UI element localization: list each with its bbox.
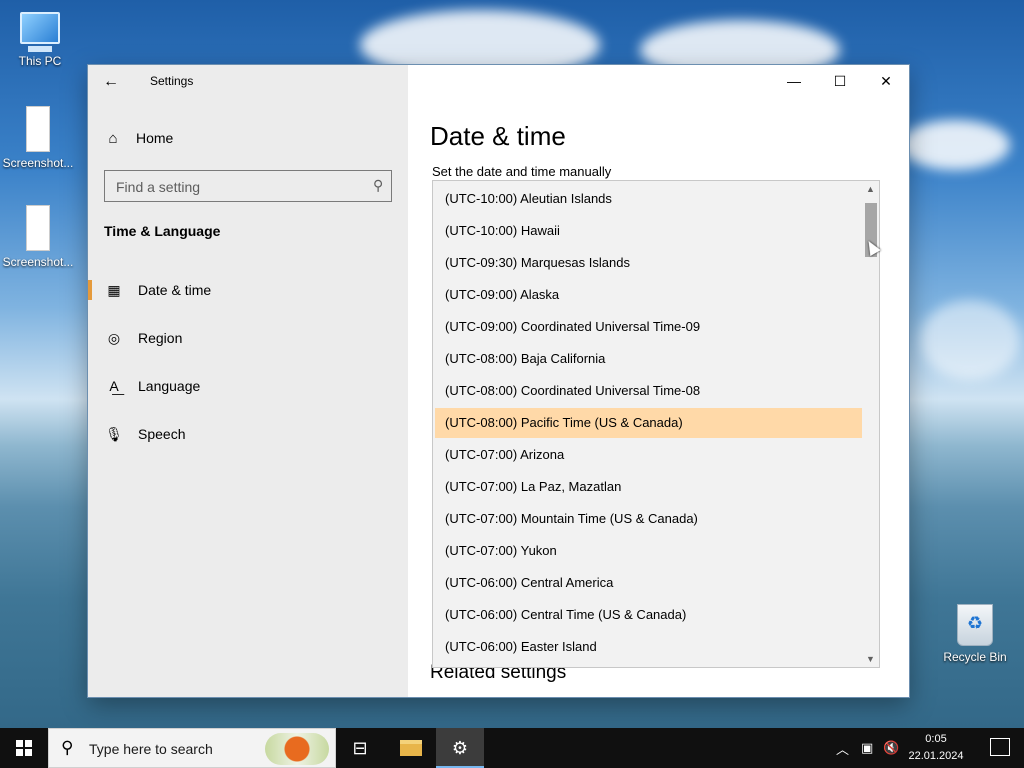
set-manually-label: Set the date and time manually bbox=[432, 164, 612, 179]
language-icon: A͟ bbox=[109, 378, 119, 394]
timezone-option[interactable]: (UTC-07:00) Mountain Time (US & Canada) bbox=[435, 504, 863, 534]
notification-center-icon[interactable] bbox=[990, 738, 1010, 756]
timezone-option[interactable]: (UTC-10:00) Hawaii bbox=[435, 216, 863, 246]
back-button[interactable]: ← bbox=[100, 71, 122, 93]
sidebar-item-label: Date & time bbox=[138, 282, 212, 298]
page-title: Date & time bbox=[430, 121, 566, 151]
task-view-button[interactable]: ⊟ bbox=[336, 728, 384, 768]
timezone-option[interactable]: (UTC-06:00) Central America bbox=[435, 568, 863, 598]
sidebar-item-date-time[interactable]: ▦ Date & time bbox=[88, 270, 408, 310]
clock[interactable]: 0:05 22.01.2024 bbox=[906, 731, 966, 765]
timezone-option[interactable]: (UTC-07:00) Arizona bbox=[435, 440, 863, 470]
desktop-icon-label: This PC bbox=[18, 54, 62, 68]
app-title: Settings bbox=[150, 74, 194, 88]
chevron-up-icon[interactable]: ▲ bbox=[862, 181, 879, 197]
desktop-icon-label: Recycle Bin bbox=[943, 650, 1007, 664]
taskbar-search[interactable]: ⚲ Type here to search bbox=[48, 728, 336, 768]
recycle-bin-icon bbox=[957, 604, 993, 646]
desktop-icon-recycle-bin[interactable]: Recycle Bin bbox=[937, 604, 1013, 664]
clock-time: 0:05 bbox=[925, 733, 947, 745]
timezone-option[interactable]: (UTC-09:00) Alaska bbox=[435, 280, 863, 310]
file-icon bbox=[26, 106, 50, 152]
timezone-option-selected[interactable]: (UTC-08:00) Pacific Time (US & Canada) bbox=[435, 408, 863, 438]
desktop-icon-label: Screenshot... bbox=[2, 255, 74, 269]
search-input[interactable]: Find a setting bbox=[116, 179, 200, 195]
search-icon: ⚲ bbox=[61, 738, 74, 757]
timezone-option[interactable]: (UTC-08:00) Baja California bbox=[435, 344, 863, 374]
sidebar-item-home[interactable]: ⌂ Home bbox=[104, 127, 173, 149]
timezone-option[interactable]: (UTC-09:30) Marquesas Islands bbox=[435, 248, 863, 278]
file-icon bbox=[26, 205, 50, 251]
maximize-button[interactable]: ☐ bbox=[817, 65, 863, 97]
microphone-icon: 🎙 bbox=[105, 425, 123, 442]
sidebar-item-label: Speech bbox=[138, 426, 186, 442]
chevron-down-icon[interactable]: ▼ bbox=[862, 651, 879, 667]
search-icon: ⚲ bbox=[372, 177, 383, 193]
close-button[interactable]: ✕ bbox=[863, 65, 909, 97]
desktop-icon-screenshot-1[interactable]: Screenshot... bbox=[0, 106, 76, 170]
sidebar-item-label: Language bbox=[138, 378, 201, 394]
timezone-option[interactable]: (UTC-06:00) Easter Island bbox=[435, 632, 863, 662]
section-title: Time & Language bbox=[104, 223, 221, 239]
desktop-icon-screenshot-2[interactable]: Screenshot... bbox=[0, 205, 76, 269]
desktop-icon-this-pc[interactable]: This PC bbox=[2, 12, 78, 68]
settings-sidebar: ← Settings ⌂ Home Find a setting ⚲ Time … bbox=[88, 65, 408, 697]
sidebar-item-label: Home bbox=[136, 130, 174, 146]
clock-date: 22.01.2024 bbox=[908, 750, 964, 762]
window-controls: — ☐ ✕ bbox=[771, 65, 909, 97]
timezone-option[interactable]: (UTC-10:00) Aleutian Islands bbox=[435, 184, 863, 214]
globe-icon: ◎ bbox=[107, 329, 121, 346]
windows-logo-icon bbox=[16, 740, 32, 756]
timezone-dropdown-list[interactable]: (UTC-10:00) Aleutian Islands (UTC-10:00)… bbox=[432, 180, 880, 668]
timezone-option[interactable]: (UTC-06:00) Central Time (US & Canada) bbox=[435, 600, 863, 630]
timezone-option[interactable]: (UTC-09:00) Coordinated Universal Time-0… bbox=[435, 312, 863, 342]
chevron-up-icon[interactable]: ︿ bbox=[836, 739, 849, 758]
timezone-option[interactable]: (UTC-08:00) Coordinated Universal Time-0… bbox=[435, 376, 863, 406]
task-view-icon: ⊟ bbox=[352, 737, 368, 758]
network-icon[interactable]: ▣ bbox=[861, 740, 873, 756]
sidebar-item-language[interactable]: A͟ Language bbox=[88, 366, 408, 406]
file-explorer-button[interactable] bbox=[387, 728, 435, 768]
gear-icon: ⚙ bbox=[451, 737, 469, 758]
minimize-button[interactable]: — bbox=[771, 65, 817, 97]
taskbar: ⚲ Type here to search ⊟ ⚙ ︿ ▣ 🔇 0:05 22.… bbox=[0, 728, 1024, 768]
system-tray: ︿ ▣ 🔇 bbox=[836, 728, 900, 768]
folder-icon bbox=[400, 740, 422, 756]
home-icon: ⌂ bbox=[108, 129, 118, 147]
timezone-option[interactable]: (UTC-07:00) Yukon bbox=[435, 536, 863, 566]
speaker-muted-icon[interactable]: 🔇 bbox=[883, 740, 899, 756]
sidebar-item-region[interactable]: ◎ Region bbox=[88, 318, 408, 358]
find-setting-search[interactable]: Find a setting ⚲ bbox=[104, 170, 392, 202]
sidebar-item-label: Region bbox=[138, 330, 183, 346]
settings-taskbar-button[interactable]: ⚙ bbox=[436, 728, 484, 768]
desktop-icon-label: Screenshot... bbox=[2, 156, 74, 170]
title-bar[interactable]: ← Settings bbox=[88, 65, 408, 97]
computer-icon bbox=[20, 12, 60, 52]
start-button[interactable] bbox=[0, 728, 48, 768]
calendar-clock-icon: ▦ bbox=[107, 281, 121, 298]
arrow-left-icon: ← bbox=[103, 73, 119, 90]
search-highlight-image bbox=[265, 733, 329, 765]
taskbar-search-input[interactable]: Type here to search bbox=[89, 741, 213, 757]
timezone-option[interactable]: (UTC-07:00) La Paz, Mazatlan bbox=[435, 472, 863, 502]
sidebar-item-speech[interactable]: 🎙 Speech bbox=[88, 414, 408, 454]
